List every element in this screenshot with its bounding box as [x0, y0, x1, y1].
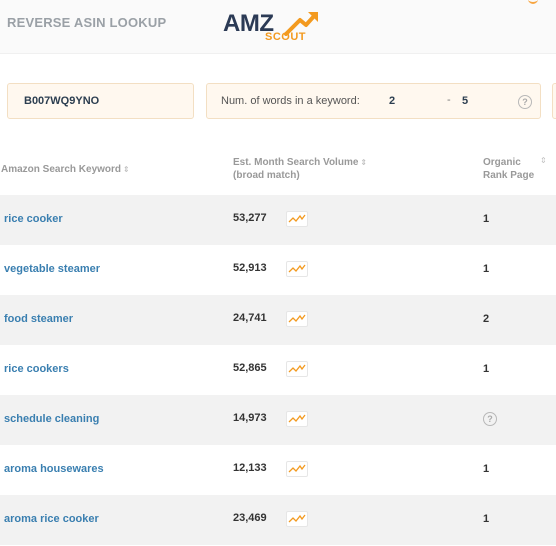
trend-chart-icon[interactable]: [286, 411, 308, 427]
table-row[interactable]: aroma housewares 12,133 1: [0, 445, 556, 495]
trend-chart-icon[interactable]: [286, 211, 308, 227]
keyword-table: Amazon Search Keyword ⇕ Est. Month Search…: [0, 145, 556, 545]
search-volume: 23,469: [233, 512, 267, 524]
sort-icon[interactable]: ⇕: [360, 158, 367, 167]
search-volume: 12,133: [233, 462, 267, 474]
question-mark-icon[interactable]: ?: [518, 95, 532, 109]
trend-chart-icon[interactable]: [286, 261, 308, 277]
search-volume: 52,865: [233, 362, 267, 374]
keyword-link[interactable]: vegetable steamer: [4, 263, 100, 275]
range-separator: -: [447, 94, 451, 106]
organic-rank: 1: [483, 513, 490, 525]
sort-icon[interactable]: ⇕: [123, 165, 130, 174]
trend-chart-icon[interactable]: [286, 461, 308, 477]
organic-rank: 1: [483, 363, 490, 375]
table-row[interactable]: rice cookers 52,865 1: [0, 345, 556, 395]
trend-chart-icon[interactable]: [286, 311, 308, 327]
sort-icon[interactable]: ⇕: [540, 156, 547, 165]
keyword-link[interactable]: rice cooker: [4, 213, 63, 225]
column-header-volume-label: Est. Month Search Volume: [233, 157, 359, 168]
word-count-filter: Num. of words in a keyword: 2 - 5 ?: [206, 83, 541, 119]
column-header-volume[interactable]: Est. Month Search Volume ⇕ (broad match): [233, 156, 367, 182]
search-volume: 14,973: [233, 412, 267, 424]
amzscout-logo[interactable]: AMZ SCOUT: [222, 6, 322, 46]
column-header-volume-sublabel: (broad match): [233, 170, 300, 181]
column-header-keyword[interactable]: Amazon Search Keyword ⇕: [1, 163, 130, 176]
question-mark-icon[interactable]: ?: [483, 412, 497, 426]
search-volume: 52,913: [233, 262, 267, 274]
table-header: Amazon Search Keyword ⇕ Est. Month Search…: [0, 145, 556, 195]
keyword-link[interactable]: aroma rice cooker: [4, 513, 99, 525]
extra-filter-box[interactable]: [552, 83, 556, 119]
keyword-link[interactable]: food steamer: [4, 313, 73, 325]
column-header-rank-label: Organic: [483, 157, 521, 168]
column-header-keyword-label: Amazon Search Keyword: [1, 164, 122, 175]
organic-rank: 1: [483, 213, 490, 225]
keyword-link[interactable]: schedule cleaning: [4, 413, 99, 425]
table-row[interactable]: vegetable steamer 52,913 1: [0, 245, 556, 295]
logo-scout-text: SCOUT: [265, 31, 306, 43]
table-row[interactable]: food steamer 24,741 2: [0, 295, 556, 345]
keyword-link[interactable]: aroma housewares: [4, 463, 104, 475]
column-header-rank-sublabel: Rank Page: [483, 170, 535, 181]
search-volume: 24,741: [233, 312, 267, 324]
table-row[interactable]: aroma rice cooker 23,469 1: [0, 495, 556, 545]
word-count-min-input[interactable]: 2: [389, 95, 395, 107]
word-count-max-input[interactable]: 5: [462, 95, 468, 107]
page-title: REVERSE ASIN LOOKUP: [7, 15, 167, 30]
corner-decoration: [528, 0, 538, 4]
trend-chart-icon[interactable]: [286, 511, 308, 527]
organic-rank: 1: [483, 263, 490, 275]
keyword-link[interactable]: rice cookers: [4, 363, 69, 375]
word-count-label: Num. of words in a keyword:: [221, 95, 360, 107]
trend-chart-icon[interactable]: [286, 361, 308, 377]
column-header-rank[interactable]: Organic Rank Page: [483, 156, 534, 182]
search-volume: 53,277: [233, 212, 267, 224]
organic-rank: 1: [483, 463, 490, 475]
table-row[interactable]: rice cooker 53,277 1: [0, 195, 556, 245]
asin-input[interactable]: B007WQ9YNO: [7, 83, 194, 119]
header-bar: REVERSE ASIN LOOKUP AMZ SCOUT: [0, 0, 556, 54]
table-row[interactable]: schedule cleaning 14,973 ?: [0, 395, 556, 445]
organic-rank: 2: [483, 313, 490, 325]
